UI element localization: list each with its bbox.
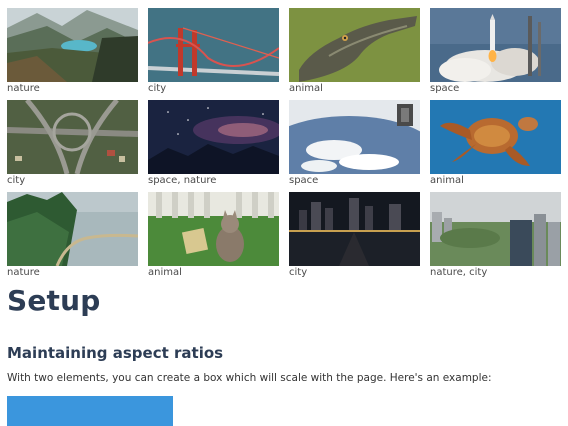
park-skyline-image[interactable] xyxy=(430,192,561,266)
cat-on-grass-image[interactable] xyxy=(148,192,279,266)
highway-interchange-image[interactable] xyxy=(7,100,138,174)
night-sky-image[interactable] xyxy=(148,100,279,174)
gallery-item[interactable]: nature, city xyxy=(430,192,561,284)
gallery-item[interactable]: animal xyxy=(148,192,279,284)
gallery-item[interactable]: city xyxy=(7,100,138,192)
gallery-caption: nature xyxy=(7,83,40,94)
gallery-caption: city xyxy=(148,83,167,94)
gallery-caption: nature, city xyxy=(430,267,488,278)
section-title: Setup xyxy=(7,284,101,317)
alligator-image[interactable] xyxy=(289,8,420,82)
gallery-caption: space, nature xyxy=(148,175,217,186)
gallery-item[interactable]: space, nature xyxy=(148,100,279,192)
rocket-launch-image[interactable] xyxy=(430,8,561,82)
image-gallery: nature city animal space city space, nat… xyxy=(7,8,561,284)
gallery-item[interactable]: space xyxy=(289,100,420,192)
forest-coast-image[interactable] xyxy=(7,192,138,266)
gallery-caption: animal xyxy=(430,175,464,186)
gallery-caption: animal xyxy=(148,267,182,278)
gallery-caption: city xyxy=(7,175,26,186)
section-body-text: With two elements, you can create a box … xyxy=(7,372,492,384)
sea-turtle-image[interactable] xyxy=(430,100,561,174)
city-night-reflection-image[interactable] xyxy=(289,192,420,266)
gallery-item[interactable]: space xyxy=(430,8,561,100)
red-bridge-image[interactable] xyxy=(148,8,279,82)
aspect-ratio-demo-box xyxy=(7,396,173,426)
gallery-caption: nature xyxy=(7,267,40,278)
earth-from-orbit-image[interactable] xyxy=(289,100,420,174)
gallery-caption: space xyxy=(289,175,319,186)
section-subtitle: Maintaining aspect ratios xyxy=(7,344,224,362)
gallery-caption: space xyxy=(430,83,460,94)
gallery-item[interactable]: nature xyxy=(7,192,138,284)
gallery-item[interactable]: animal xyxy=(430,100,561,192)
mountain-lake-image[interactable] xyxy=(7,8,138,82)
gallery-caption: animal xyxy=(289,83,323,94)
gallery-caption: city xyxy=(289,267,308,278)
gallery-item[interactable]: animal xyxy=(289,8,420,100)
gallery-item[interactable]: city xyxy=(148,8,279,100)
gallery-item[interactable]: city xyxy=(289,192,420,284)
gallery-item[interactable]: nature xyxy=(7,8,138,100)
